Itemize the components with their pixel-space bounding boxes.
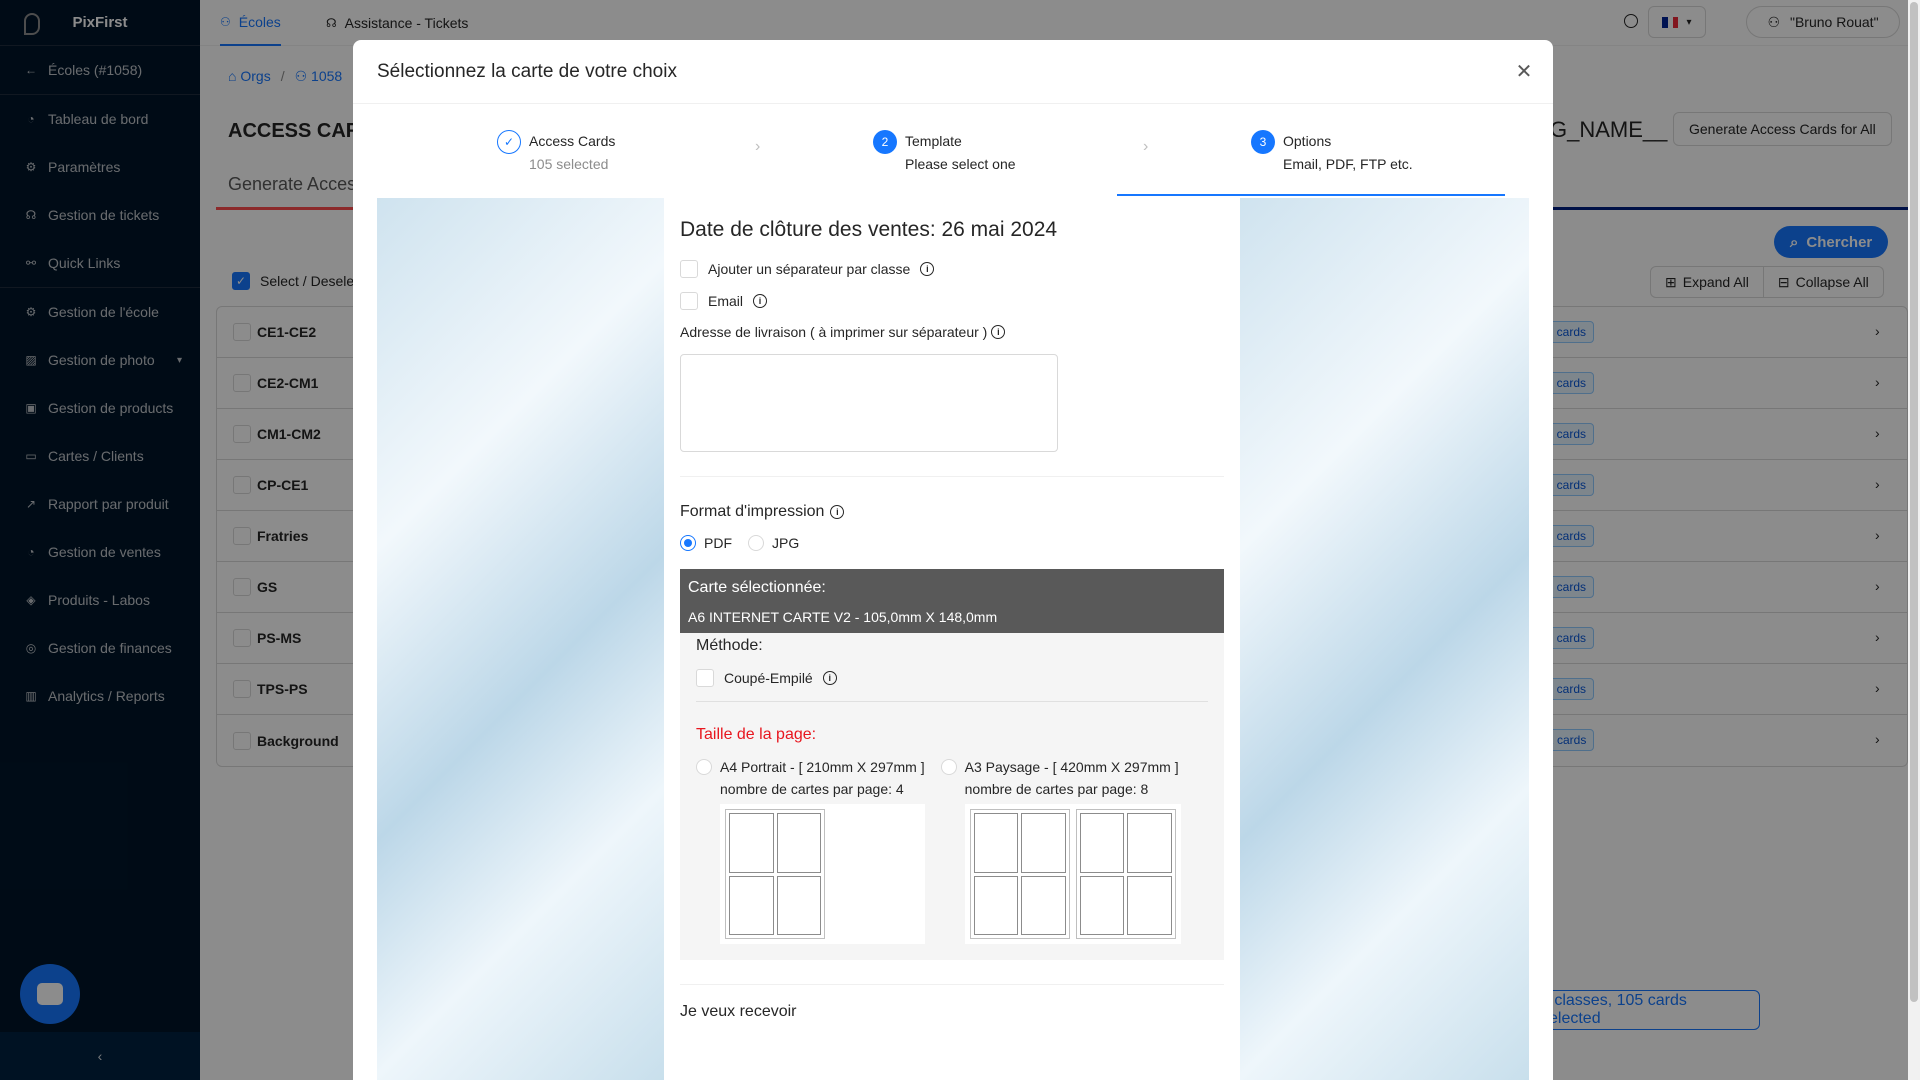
address-label: Adresse de livraison ( à imprimer sur sé…	[680, 324, 988, 340]
selected-card-value: A6 INTERNET CARTE V2 - 105,0mm X 148,0mm	[688, 609, 998, 625]
print-format-radio-group: PDF JPG	[680, 535, 1224, 551]
card-slot	[1021, 875, 1066, 935]
receive-title: Je veux recevoir	[680, 1003, 797, 1020]
card-slot	[1079, 813, 1125, 873]
step-title: Template	[905, 133, 962, 149]
step-desc: Please select one	[905, 156, 1016, 172]
email-checkbox[interactable]	[680, 292, 698, 310]
step-number: 2	[873, 130, 897, 154]
selected-card-header: Carte sélectionnée: A6 INTERNET CARTE V2…	[680, 569, 1224, 633]
coupe-empile-checkbox[interactable]	[696, 669, 714, 687]
address-label-row: Adresse de livraison ( à imprimer sur sé…	[680, 324, 1224, 340]
background-image-right	[1240, 198, 1529, 1080]
delivery-address-textarea[interactable]	[680, 354, 1058, 452]
coupe-empile-option[interactable]: Coupé-Empilé i	[696, 669, 1208, 687]
separator-option[interactable]: Ajouter un séparateur par classe i	[680, 260, 1224, 278]
chevron-right-icon: ›	[755, 138, 761, 155]
step-number: 3	[1251, 130, 1275, 154]
page-sheet-preview	[725, 809, 825, 939]
email-label: Email	[708, 293, 744, 309]
background-image-left	[377, 198, 664, 1080]
card-slot	[973, 875, 1019, 935]
format-jpg-option[interactable]: JPG	[748, 535, 799, 551]
card-slot	[776, 875, 821, 935]
selected-card-title: Carte sélectionnée:	[688, 579, 826, 596]
info-icon[interactable]: i	[822, 671, 837, 685]
page-size-title: Taille de la page:	[696, 726, 817, 743]
a4-layout-preview	[720, 804, 925, 944]
selected-card-box: Carte sélectionnée: A6 INTERNET CARTE V2…	[680, 569, 1224, 960]
closing-date: Date de clôture des ventes: 26 mai 2024	[680, 218, 1058, 241]
page-sheet-preview	[969, 809, 1070, 939]
card-selection-modal: Sélectionnez la carte de votre choix ✕ ✓…	[353, 40, 1553, 1080]
info-icon[interactable]: i	[991, 325, 1006, 339]
card-slot	[1021, 813, 1066, 873]
steps: ✓ Access Cards 105 selected › 2 Template…	[377, 130, 1529, 198]
close-icon[interactable]: ✕	[1511, 58, 1537, 84]
separator-label: Ajouter un séparateur par classe	[708, 261, 911, 277]
info-icon[interactable]: i	[753, 294, 768, 308]
card-slot	[776, 813, 821, 873]
active-step-indicator	[1117, 194, 1505, 196]
coupe-empile-label: Coupé-Empilé	[724, 670, 813, 686]
info-icon[interactable]: i	[920, 262, 935, 276]
page-size-radio-group: A4 Portrait - [ 210mm X 297mm ] nombre d…	[696, 756, 1208, 944]
page-option-a3[interactable]: A3 Paysage - [ 420mm X 297mm ] nombre de…	[940, 756, 1181, 944]
card-slot	[1127, 813, 1172, 873]
card-slot	[973, 813, 1019, 873]
email-option[interactable]: Email i	[680, 292, 1224, 310]
card-slot	[729, 875, 774, 935]
step-desc: Email, PDF, FTP etc.	[1283, 156, 1413, 172]
radio[interactable]	[748, 535, 764, 551]
step-title: Options	[1283, 133, 1332, 149]
method-title: Méthode:	[696, 637, 763, 654]
radio[interactable]	[696, 759, 712, 775]
chevron-right-icon: ›	[1143, 138, 1149, 155]
a3-layout-preview	[964, 804, 1181, 944]
print-format-title: Format d'impression i	[680, 503, 1224, 521]
separator-checkbox[interactable]	[680, 260, 698, 278]
check-icon: ✓	[497, 130, 521, 154]
page-scrollbar[interactable]	[1908, 0, 1920, 1080]
radio[interactable]	[940, 759, 957, 775]
page-sheet-preview	[1075, 809, 1176, 939]
options-form: Date de clôture des ventes: 26 mai 2024 …	[664, 198, 1240, 1080]
modal-title: Sélectionnez la carte de votre choix	[377, 60, 677, 82]
card-slot	[1127, 875, 1172, 935]
format-pdf-option[interactable]: PDF	[680, 535, 732, 551]
card-slot	[1079, 875, 1125, 935]
step-title: Access Cards	[529, 133, 616, 149]
card-slot	[729, 813, 774, 873]
step-desc: 105 selected	[529, 156, 609, 172]
modal-header: Sélectionnez la carte de votre choix ✕	[353, 40, 1553, 104]
info-icon[interactable]: i	[830, 505, 845, 519]
page-option-a4[interactable]: A4 Portrait - [ 210mm X 297mm ] nombre d…	[696, 756, 925, 944]
radio-selected[interactable]	[680, 535, 696, 551]
